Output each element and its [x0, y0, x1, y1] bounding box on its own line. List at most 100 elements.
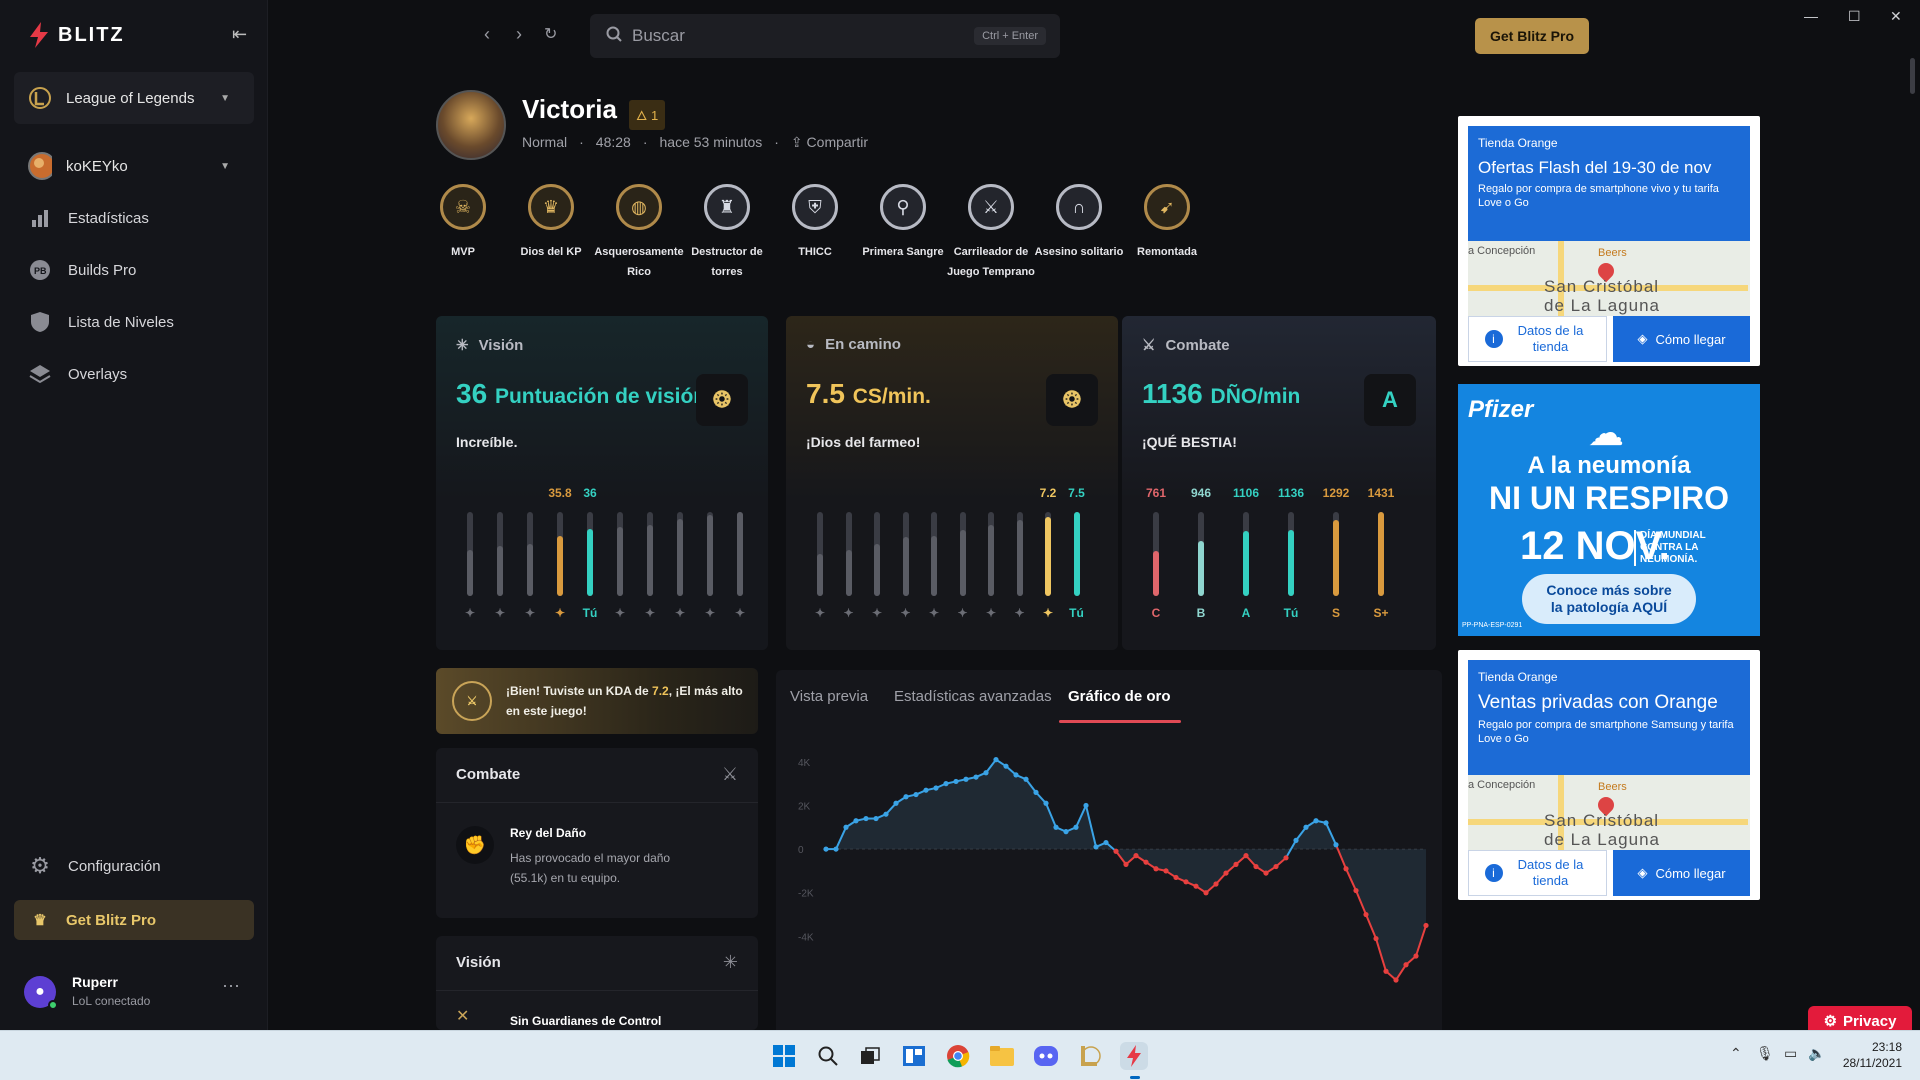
gold-point[interactable]: [1313, 818, 1319, 824]
sidebar-item-overlays[interactable]: Overlays: [14, 352, 254, 396]
ad-pfizer[interactable]: Pfizer ☁ A la neumonía NI UN RESPIRO 12 …: [1458, 384, 1760, 636]
game-selector[interactable]: League of Legends ▼: [14, 72, 254, 124]
badge-5[interactable]: ⚲ Primera Sangre: [858, 184, 948, 262]
more-options-icon[interactable]: ⋯: [222, 976, 240, 997]
gold-point[interactable]: [1053, 824, 1059, 830]
windows-start-icon[interactable]: [770, 1042, 798, 1070]
gold-point[interactable]: [1133, 853, 1139, 859]
badge-2[interactable]: ◍ Asquerosamente Rico: [594, 184, 684, 282]
settings-link[interactable]: ⚙ Configuración: [14, 844, 254, 888]
gold-point[interactable]: [833, 846, 839, 852]
badge-3[interactable]: ♜ Destructor de torres: [682, 184, 772, 282]
gold-point[interactable]: [823, 846, 829, 852]
close-icon[interactable]: ✕: [1890, 8, 1902, 25]
gold-point[interactable]: [843, 824, 849, 830]
badge-4[interactable]: ⛨ THICC: [770, 184, 860, 262]
gold-point[interactable]: [1233, 861, 1239, 867]
gold-point[interactable]: [1143, 859, 1149, 865]
microphone-icon[interactable]: 🎙: [1756, 1045, 1774, 1062]
volume-icon[interactable]: 🔈: [1808, 1045, 1825, 1062]
maximize-icon[interactable]: ☐: [1848, 8, 1861, 25]
gold-point[interactable]: [1323, 820, 1329, 826]
gold-point[interactable]: [1283, 855, 1289, 861]
search-icon[interactable]: [814, 1042, 842, 1070]
badge-0[interactable]: ☠ MVP: [418, 184, 508, 262]
sidebar-item-estadisticas[interactable]: Estadísticas: [14, 196, 254, 240]
gold-point[interactable]: [1193, 883, 1199, 889]
gold-point[interactable]: [1223, 870, 1229, 876]
gold-point[interactable]: [1063, 829, 1069, 835]
gold-point[interactable]: [1013, 772, 1019, 778]
gold-point[interactable]: [1413, 953, 1419, 959]
gold-point[interactable]: [1383, 968, 1389, 974]
privacy-button[interactable]: ⚙ Privacy: [1808, 1006, 1912, 1030]
gold-point[interactable]: [1023, 776, 1029, 782]
gold-point[interactable]: [923, 787, 929, 793]
gold-point[interactable]: [943, 781, 949, 787]
gold-point[interactable]: [1153, 866, 1159, 872]
gold-point[interactable]: [1303, 824, 1309, 830]
task-view-icon[interactable]: [856, 1042, 884, 1070]
gold-point[interactable]: [1113, 848, 1119, 854]
account-selector[interactable]: koKEYko ▼: [14, 140, 254, 192]
gold-point[interactable]: [1333, 842, 1339, 848]
gold-point[interactable]: [1273, 863, 1279, 870]
gold-point[interactable]: [1343, 866, 1349, 872]
gold-point[interactable]: [873, 815, 879, 822]
badge-7[interactable]: ∩ Asesino solitario: [1034, 184, 1124, 262]
scrollbar[interactable]: [1910, 58, 1915, 94]
gold-point[interactable]: [993, 757, 999, 763]
gold-point[interactable]: [1183, 879, 1189, 885]
blitz-app-icon[interactable]: [1120, 1042, 1148, 1070]
discord-icon[interactable]: [1032, 1042, 1060, 1070]
badge-1[interactable]: ♛ Dios del KP: [506, 184, 596, 262]
back-icon[interactable]: ‹: [484, 24, 490, 45]
gold-point[interactable]: [1103, 839, 1109, 846]
store-info-button[interactable]: i Datos de la tienda: [1468, 850, 1607, 896]
store-info-button[interactable]: i Datos de la tienda: [1468, 316, 1607, 362]
badge-8[interactable]: ➹ Remontada: [1122, 184, 1212, 262]
sidebar-item-lista-niveles[interactable]: Lista de Niveles: [14, 300, 254, 344]
gold-point[interactable]: [1203, 890, 1209, 896]
gold-point[interactable]: [973, 774, 979, 780]
pfizer-cta-button[interactable]: Conoce más sobre la patología AQUÍ: [1522, 574, 1696, 624]
gold-point[interactable]: [1393, 977, 1399, 983]
gold-point[interactable]: [1173, 874, 1179, 881]
ad-orange-2[interactable]: Tienda Orange Ventas privadas con Orange…: [1458, 650, 1760, 900]
gold-point[interactable]: [913, 791, 919, 798]
get-blitz-pro-button[interactable]: Get Blitz Pro: [1475, 18, 1589, 54]
gold-point[interactable]: [1363, 911, 1369, 918]
gold-point[interactable]: [903, 794, 909, 800]
gold-point[interactable]: [853, 818, 859, 824]
gold-point[interactable]: [983, 770, 989, 776]
gold-point[interactable]: [963, 776, 969, 782]
gold-point[interactable]: [1293, 837, 1299, 843]
get-blitz-pro-sidebar-button[interactable]: ♛ Get Blitz Pro: [14, 900, 254, 940]
gold-point[interactable]: [863, 815, 869, 822]
gold-point[interactable]: [953, 778, 959, 785]
share-button[interactable]: ⇪ Compartir: [791, 134, 868, 151]
user-panel[interactable]: ● Ruperr LoL conectado ⋯: [14, 968, 254, 1018]
collapse-sidebar-icon[interactable]: ⇤: [232, 24, 247, 45]
network-icon[interactable]: ▭: [1784, 1045, 1797, 1062]
gold-point[interactable]: [1163, 868, 1169, 874]
gold-point[interactable]: [1353, 887, 1359, 894]
gold-point[interactable]: [1033, 789, 1039, 795]
blitz-logo[interactable]: BLITZ: [28, 22, 125, 48]
gold-point[interactable]: [933, 785, 939, 791]
directions-button[interactable]: ◈ Cómo llegar: [1613, 316, 1750, 362]
league-client-icon[interactable]: [1076, 1042, 1104, 1070]
chevron-up-icon[interactable]: ⌃: [1730, 1045, 1742, 1062]
gold-point[interactable]: [1403, 962, 1409, 968]
gold-point[interactable]: [1423, 922, 1429, 929]
tab-grafico-oro[interactable]: Gráfico de oro: [1068, 688, 1171, 705]
file-explorer-icon[interactable]: [988, 1042, 1016, 1070]
gold-point[interactable]: [1123, 861, 1129, 867]
tab-estadisticas-avanzadas[interactable]: Estadísticas avanzadas: [894, 688, 1052, 705]
gold-point[interactable]: [1243, 853, 1249, 859]
gold-point[interactable]: [1213, 881, 1219, 887]
directions-button[interactable]: ◈ Cómo llegar: [1613, 850, 1750, 896]
badge-6[interactable]: ⚔ Carrileador de Juego Temprano: [946, 184, 1036, 282]
forward-icon[interactable]: ›: [516, 24, 522, 45]
gold-point[interactable]: [1263, 870, 1269, 876]
